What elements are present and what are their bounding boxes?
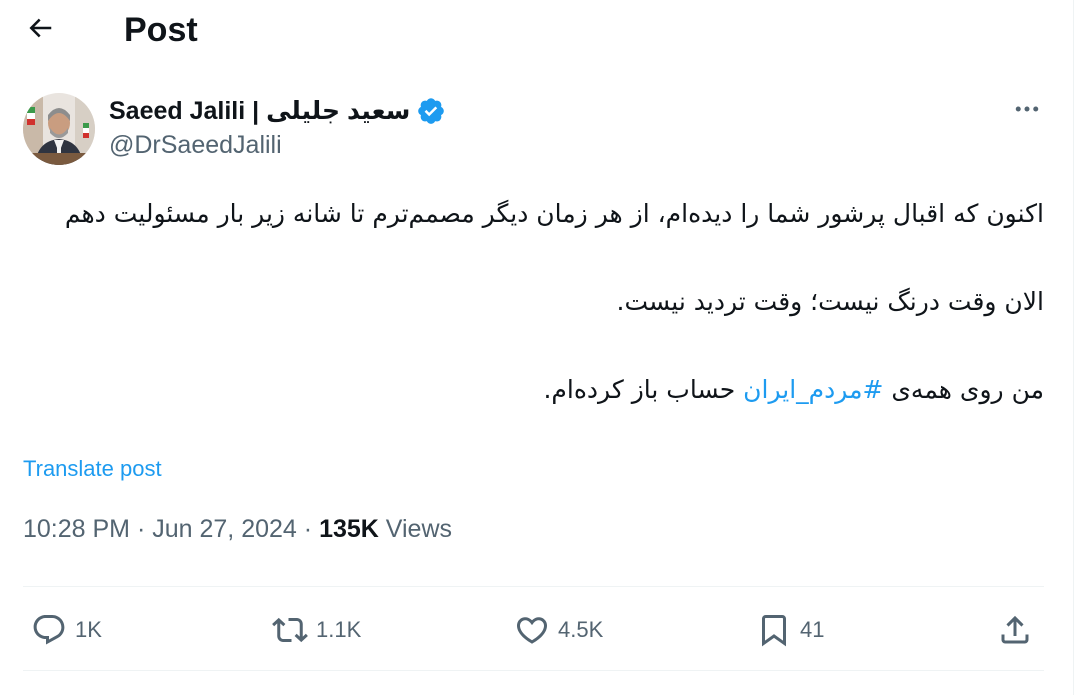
avatar-image bbox=[23, 93, 95, 165]
back-button[interactable] bbox=[20, 10, 60, 50]
more-dots-icon bbox=[1012, 94, 1042, 129]
tweet-date[interactable]: Jun 27, 2024 bbox=[152, 515, 297, 543]
reply-button[interactable]: 1K bbox=[31, 608, 102, 652]
divider bbox=[23, 670, 1044, 671]
heart-icon bbox=[514, 612, 550, 648]
tweet-paragraph-with-hashtag: من روی همه‌ی #مردم_ایران حساب باز کرده‌ا… bbox=[23, 368, 1044, 412]
author-name: Saeed Jalili | سعید جلیلی bbox=[109, 97, 411, 125]
tweet-metadata: 10:28 PM · Jun 27, 2024 · 135K Views bbox=[23, 515, 452, 544]
page-title: Post bbox=[124, 11, 198, 49]
tweet-time[interactable]: 10:28 PM bbox=[23, 515, 130, 543]
views-label[interactable]: Views bbox=[386, 515, 452, 543]
author-name-row[interactable]: Saeed Jalili | سعید جلیلی bbox=[109, 93, 446, 129]
tweet-paragraph: الان وقت درنگ نیست؛ وقت تردید نیست. bbox=[616, 287, 1045, 316]
share-icon bbox=[997, 612, 1033, 648]
repost-icon bbox=[272, 612, 308, 648]
like-button[interactable]: 4.5K bbox=[514, 608, 603, 652]
author-handle[interactable]: @DrSaeedJalili bbox=[109, 131, 282, 160]
share-button[interactable] bbox=[997, 608, 1033, 652]
verified-badge-icon bbox=[416, 96, 446, 126]
reply-icon bbox=[31, 612, 67, 648]
bookmark-count: 41 bbox=[800, 617, 825, 642]
views-count[interactable]: 135K bbox=[319, 515, 379, 543]
separator-dot: · bbox=[136, 515, 146, 543]
page-header: Post bbox=[0, 0, 1070, 62]
more-options-button[interactable] bbox=[1008, 92, 1046, 130]
bookmark-button[interactable]: 41 bbox=[756, 608, 824, 652]
tweet-paragraph: اکنون که اقبال پرشور شما را دیده‌ام، از … bbox=[64, 199, 1044, 228]
column-border bbox=[1073, 0, 1074, 695]
hashtag-link[interactable]: #مردم_ایران bbox=[743, 375, 883, 404]
translate-post-link[interactable]: Translate post bbox=[23, 456, 162, 482]
like-count: 4.5K bbox=[558, 617, 604, 642]
tweet-text: اکنون که اقبال پرشور شما را دیده‌ام، از … bbox=[23, 192, 1044, 412]
divider bbox=[23, 586, 1044, 587]
post-page: Post Saeed Jalili | سعید جلیلی @DrSaeedJ… bbox=[0, 0, 1084, 695]
repost-count: 1.1K bbox=[316, 617, 362, 642]
separator-dot: · bbox=[303, 515, 313, 543]
bookmark-icon bbox=[756, 612, 792, 648]
repost-button[interactable]: 1.1K bbox=[272, 608, 361, 652]
tweet-text-fragment: من روی همه‌ی bbox=[883, 375, 1044, 404]
arrow-left-icon bbox=[25, 13, 55, 48]
avatar[interactable] bbox=[23, 93, 95, 165]
tweet-text-fragment: حساب باز کرده‌ام. bbox=[543, 375, 744, 404]
reply-count: 1K bbox=[75, 617, 102, 642]
